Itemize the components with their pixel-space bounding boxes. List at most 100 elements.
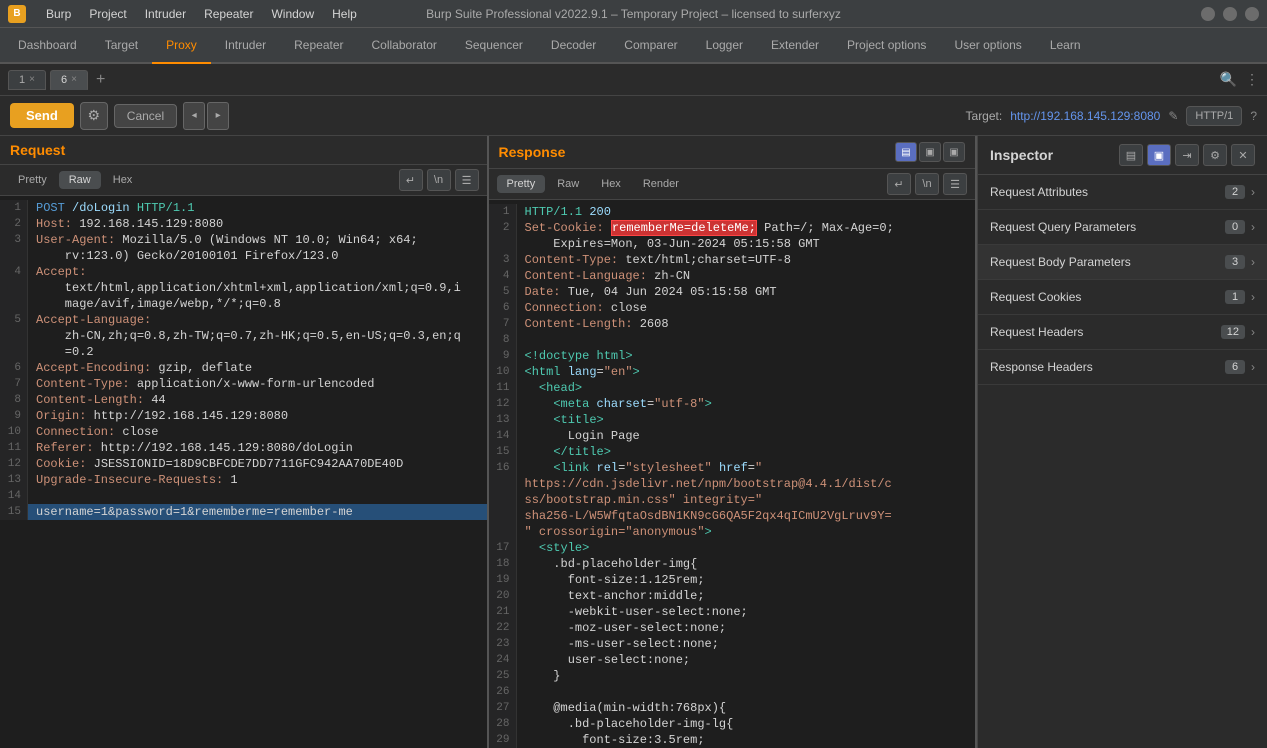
view-toggle-split[interactable]: ▤ — [895, 142, 917, 162]
resp-linenum-1: 1 — [489, 204, 517, 220]
nav-tab-comparer[interactable]: Comparer — [610, 28, 691, 64]
nav-tab-proxy[interactable]: Proxy — [152, 28, 211, 64]
target-url: http://192.168.145.129:8080 — [1010, 109, 1160, 123]
req-line-3: 3 User-Agent: Mozilla/5.0 (Windows NT 10… — [0, 232, 487, 248]
tab-1-close[interactable]: × — [29, 74, 35, 85]
response-tab-hex[interactable]: Hex — [591, 175, 631, 193]
response-code-area[interactable]: 1 HTTP/1.1 200 2 Set-Cookie: rememberMe=… — [489, 200, 976, 748]
req-line-6: 6 Accept-Encoding: gzip, deflate — [0, 360, 487, 376]
tab-6[interactable]: 6 × — [50, 70, 88, 90]
minimize-button[interactable]: − — [1201, 7, 1215, 21]
nav-tab-decoder[interactable]: Decoder — [537, 28, 610, 64]
nav-tab-logger[interactable]: Logger — [692, 28, 757, 64]
resp-line-25: 25 } — [489, 668, 976, 684]
menu-window[interactable]: Window — [263, 5, 322, 23]
inspector-settings-icon[interactable]: ⚙ — [1203, 144, 1227, 166]
nav-tab-target[interactable]: Target — [91, 28, 152, 64]
resp-linenum-29: 29 — [489, 732, 517, 748]
inspector-row-cookies[interactable]: Request Cookies 1 › — [978, 280, 1267, 315]
request-code-area[interactable]: 1 POST /doLogin HTTP/1.1 2 Host: 192.168… — [0, 196, 487, 748]
inspector-row-resp-headers[interactable]: Response Headers 6 › — [978, 350, 1267, 385]
send-button[interactable]: Send — [10, 103, 74, 128]
menu-help[interactable]: Help — [324, 5, 365, 23]
nav-tab-repeater[interactable]: Repeater — [280, 28, 357, 64]
request-nl-icon[interactable]: \n — [427, 169, 451, 191]
inspector-row-query-params[interactable]: Request Query Parameters 0 › — [978, 210, 1267, 245]
inspector-row-req-headers[interactable]: Request Headers 12 › — [978, 315, 1267, 350]
resp-linecontent-16: <link rel="stylesheet" href=" — [517, 460, 976, 476]
http-version-badge[interactable]: HTTP/1 — [1186, 106, 1242, 126]
menu-burp[interactable]: Burp — [38, 5, 79, 23]
resp-line-21: 21 -webkit-user-select:none; — [489, 604, 976, 620]
request-menu-icon[interactable]: ☰ — [455, 169, 479, 191]
nav-tab-learn[interactable]: Learn — [1036, 28, 1095, 64]
resp-linenum-16c — [489, 492, 517, 508]
response-tab-render[interactable]: Render — [633, 175, 689, 193]
resp-linecontent-19: font-size:1.125rem; — [517, 572, 976, 588]
tab-1[interactable]: 1 × — [8, 70, 46, 90]
title-bar-menu: Burp Project Intruder Repeater Window He… — [38, 5, 365, 23]
req-linenum-4c — [0, 296, 28, 312]
maximize-button[interactable]: □ — [1223, 7, 1237, 21]
req-line-4b: text/html,application/xhtml+xml,applicat… — [0, 280, 487, 296]
nav-tab-collaborator[interactable]: Collaborator — [358, 28, 451, 64]
request-tab-hex[interactable]: Hex — [103, 171, 143, 189]
tab-6-close[interactable]: × — [71, 74, 77, 85]
req-linenum-11: 11 — [0, 440, 28, 456]
close-button[interactable]: ✕ — [1245, 7, 1259, 21]
cancel-button[interactable]: Cancel — [114, 104, 177, 128]
edit-target-icon[interactable]: ✎ — [1168, 109, 1178, 123]
resp-linecontent-11: <head> — [517, 380, 976, 396]
resp-linecontent-13: <title> — [517, 412, 976, 428]
forward-button[interactable]: ▸ — [207, 102, 229, 130]
inspector-row-body-params[interactable]: Request Body Parameters 3 › — [978, 245, 1267, 280]
menu-intruder[interactable]: Intruder — [137, 5, 194, 23]
view-toggle-response[interactable]: ▣ — [943, 142, 965, 162]
response-nl-icon[interactable]: \n — [915, 173, 939, 195]
nav-tab-project-options[interactable]: Project options — [833, 28, 940, 64]
resp-line-14: 14 Login Page — [489, 428, 976, 444]
req-linecontent-10: Connection: close — [28, 424, 487, 440]
menu-project[interactable]: Project — [81, 5, 134, 23]
response-menu-icon[interactable]: ☰ — [943, 173, 967, 195]
inspector-indent-icon[interactable]: ⇥ — [1175, 144, 1199, 166]
response-tab-pretty[interactable]: Pretty — [497, 175, 546, 193]
resp-linecontent-15: </title> — [517, 444, 976, 460]
req-linecontent-14 — [28, 488, 487, 504]
req-linenum-15: 15 — [0, 504, 28, 520]
nav-tab-user-options[interactable]: User options — [940, 28, 1035, 64]
inspector-row-request-attributes[interactable]: Request Attributes 2 › — [978, 175, 1267, 210]
nav-tab-sequencer[interactable]: Sequencer — [451, 28, 537, 64]
response-title: Response — [499, 144, 566, 160]
resp-line-19: 19 font-size:1.125rem; — [489, 572, 976, 588]
inspector-view2-icon[interactable]: ▣ — [1147, 144, 1171, 166]
resp-linecontent-25: } — [517, 668, 976, 684]
inspector-row-left-query: Request Query Parameters — [990, 220, 1136, 234]
request-tab-raw[interactable]: Raw — [59, 171, 101, 189]
nav-tab-dashboard[interactable]: Dashboard — [4, 28, 91, 64]
help-icon[interactable]: ? — [1250, 109, 1257, 123]
inspector-close-icon[interactable]: ✕ — [1231, 144, 1255, 166]
resp-linenum-11: 11 — [489, 380, 517, 396]
resp-linenum-14: 14 — [489, 428, 517, 444]
resp-linenum-27: 27 — [489, 700, 517, 716]
inspector-view1-icon[interactable]: ▤ — [1119, 144, 1143, 166]
req-linecontent-4c: mage/avif,image/webp,*/*;q=0.8 — [28, 296, 487, 312]
back-button[interactable]: ◂ — [183, 102, 205, 130]
request-wrap-icon[interactable]: ↵ — [399, 169, 423, 191]
resp-linenum-13: 13 — [489, 412, 517, 428]
more-tabs-button[interactable]: ⋮ — [1245, 71, 1259, 88]
menu-repeater[interactable]: Repeater — [196, 5, 261, 23]
nav-tab-intruder[interactable]: Intruder — [211, 28, 280, 64]
req-line-15: 15 username=1&password=1&rememberme=reme… — [0, 504, 487, 520]
nav-tab-extender[interactable]: Extender — [757, 28, 833, 64]
send-options-button[interactable]: ⚙ — [80, 102, 108, 130]
request-tab-pretty[interactable]: Pretty — [8, 171, 57, 189]
response-wrap-icon[interactable]: ↵ — [887, 173, 911, 195]
search-tabs-button[interactable]: 🔍 — [1220, 71, 1237, 88]
response-tab-raw[interactable]: Raw — [547, 175, 589, 193]
req-line-4: 4 Accept: — [0, 264, 487, 280]
resp-linenum-26: 26 — [489, 684, 517, 700]
add-tab-button[interactable]: + — [92, 71, 109, 89]
view-toggle-request[interactable]: ▣ — [919, 142, 941, 162]
